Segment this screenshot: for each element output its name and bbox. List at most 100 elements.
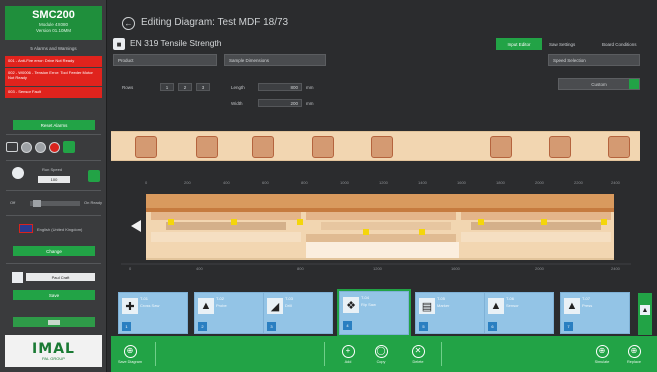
arrow-left-icon: ←	[124, 19, 133, 28]
board-cell[interactable]	[549, 136, 571, 158]
mode-slider[interactable]	[30, 200, 80, 207]
logo-subtext: PAL GROUP	[42, 355, 65, 361]
board-edge	[146, 258, 614, 260]
tick: 400	[196, 266, 203, 271]
reset-alarms-button[interactable]: Reset Alarms	[13, 120, 95, 130]
length-label: Length	[231, 85, 245, 90]
board-preview	[111, 131, 640, 161]
cutting-diagram[interactable]: 0 200 400 600 800 1000 1200 1400 1600 18…	[111, 172, 640, 277]
divider	[441, 342, 442, 366]
board-cell[interactable]	[312, 136, 334, 158]
tool-card-selected[interactable]: ❖ T-04 Rip Saw 4	[337, 289, 411, 337]
board-cell[interactable]	[490, 136, 512, 158]
tool-card[interactable]: ✚ T-01 Cross Saw 1	[118, 292, 188, 334]
replace-button[interactable]: ⊕ Replace	[619, 336, 649, 372]
logo-text: IMAL	[32, 340, 75, 357]
marker	[541, 219, 547, 225]
stamp-icon: ▲	[198, 298, 214, 314]
tool-card[interactable]: ▲ T-02 Probe 2	[194, 292, 264, 334]
length-input[interactable]: 800	[258, 83, 302, 91]
save-user-button[interactable]: Save	[13, 290, 95, 300]
alarm-item-1[interactable]: 001 - Anti-Fire error: Drive Not Ready	[5, 56, 102, 67]
divider	[6, 134, 101, 135]
add-icon: +	[341, 344, 355, 358]
brand-line2: Version 01.10MM	[35, 28, 72, 33]
forward-icon[interactable]	[63, 141, 75, 153]
simulate-button[interactable]: ⊕ Simulate	[587, 336, 617, 372]
tick: 1200	[373, 266, 383, 271]
save-diagram-label: Save Diagram	[117, 359, 143, 364]
aux-button[interactable]	[13, 317, 95, 327]
speed-selection-field[interactable]: Speed Selection	[548, 54, 640, 66]
product-field[interactable]: Product	[113, 54, 217, 66]
copy-button[interactable]: ◯ Copy	[366, 336, 396, 372]
copy-label: Copy	[376, 359, 386, 364]
tab-input-editor[interactable]: Input Editor	[496, 38, 542, 50]
start-icon[interactable]	[21, 141, 32, 153]
save-diagram-button[interactable]: ⊕ Save Diagram	[115, 336, 145, 372]
tool-number: T-04	[361, 295, 370, 300]
width-input[interactable]: 200	[258, 99, 302, 107]
copy-icon: ◯	[374, 344, 388, 358]
brand-panel: SMC200 Module 4X080 Version 01.10MM	[5, 6, 102, 40]
piece	[151, 212, 301, 220]
rows-option-1[interactable]: 1	[160, 83, 174, 91]
delete-button[interactable]: ✕ Delete	[403, 336, 433, 372]
back-button[interactable]: ←	[122, 17, 135, 30]
aux-icon	[48, 319, 60, 325]
tool-card[interactable]: ▲ T-07 Press 7	[560, 292, 630, 334]
board-cell[interactable]	[371, 136, 393, 158]
tick: 2400	[611, 266, 621, 271]
width-label: Width	[231, 101, 243, 106]
rows-option-2[interactable]: 2	[178, 83, 192, 91]
tick: 2400	[611, 180, 621, 185]
tool-card[interactable]: ▲ T-06 Sensor 6	[484, 292, 554, 334]
board-cell[interactable]	[252, 136, 274, 158]
piece	[166, 222, 286, 230]
tool-number: T-05	[437, 296, 446, 301]
crosscut-icon: ✚	[122, 298, 138, 314]
toggle-knob[interactable]	[629, 79, 639, 89]
toggle-label: Custom	[591, 81, 607, 87]
tools-scroll-right[interactable]: ▲	[638, 293, 652, 335]
user-field[interactable]: Paul Craft	[26, 273, 95, 281]
tab-board-conditions[interactable]: Board Conditions	[602, 38, 637, 50]
board-cell[interactable]	[608, 136, 630, 158]
tool-card[interactable]: ▤ T-05 Marker 5	[415, 292, 485, 334]
width-unit: mm	[306, 101, 314, 106]
speed-field[interactable]: 100	[38, 176, 70, 183]
change-language-button[interactable]: Change	[13, 246, 95, 256]
tool-name: Press	[582, 303, 593, 308]
divider	[155, 342, 156, 366]
stop-icon[interactable]	[49, 141, 60, 153]
board-cell[interactable]	[196, 136, 218, 158]
plug-icon[interactable]	[6, 142, 18, 152]
tool-strip: ✚ T-01 Cross Saw 1 ▲ T-02 Probe 2 ◢ T-03…	[114, 289, 654, 337]
dimensions-field[interactable]: Sample Dimensions	[224, 54, 326, 66]
tool-badge: 6	[488, 322, 497, 331]
confirm-icon[interactable]	[88, 170, 100, 182]
tool-number: T-02	[216, 296, 225, 301]
alarm-item-3[interactable]: 003 - Sensor Fault	[5, 87, 102, 98]
board-cell[interactable]	[135, 136, 157, 158]
alarms-title: 5 Alarms and Warnings	[30, 46, 77, 51]
tool-number: T-06	[506, 296, 515, 301]
rows-option-3[interactable]: 3	[196, 83, 210, 91]
simulate-icon: ⊕	[595, 344, 609, 358]
divider	[6, 190, 101, 191]
strip-top	[146, 194, 614, 208]
add-button[interactable]: + Add	[333, 336, 363, 372]
tab-saw-settings[interactable]: Saw Settings	[549, 38, 575, 50]
rows-label: Rows	[122, 85, 134, 90]
axis-ticks: 0 200 400 600 800 1000 1200 1400 1600 18…	[145, 180, 621, 185]
tool-name: Cross Saw	[140, 303, 160, 308]
pause-icon[interactable]	[35, 141, 46, 153]
tool-card[interactable]: ◢ T-03 Drill 3	[263, 292, 333, 334]
tick: 600	[262, 180, 269, 185]
piece	[471, 222, 601, 230]
marker	[363, 229, 369, 235]
piece	[321, 222, 451, 230]
alarm-item-2[interactable]: 002 - W0006 - Tension Error: Tool Feeder…	[5, 68, 102, 86]
slider-thumb[interactable]	[33, 200, 41, 207]
custom-toggle[interactable]: Custom	[558, 78, 640, 90]
